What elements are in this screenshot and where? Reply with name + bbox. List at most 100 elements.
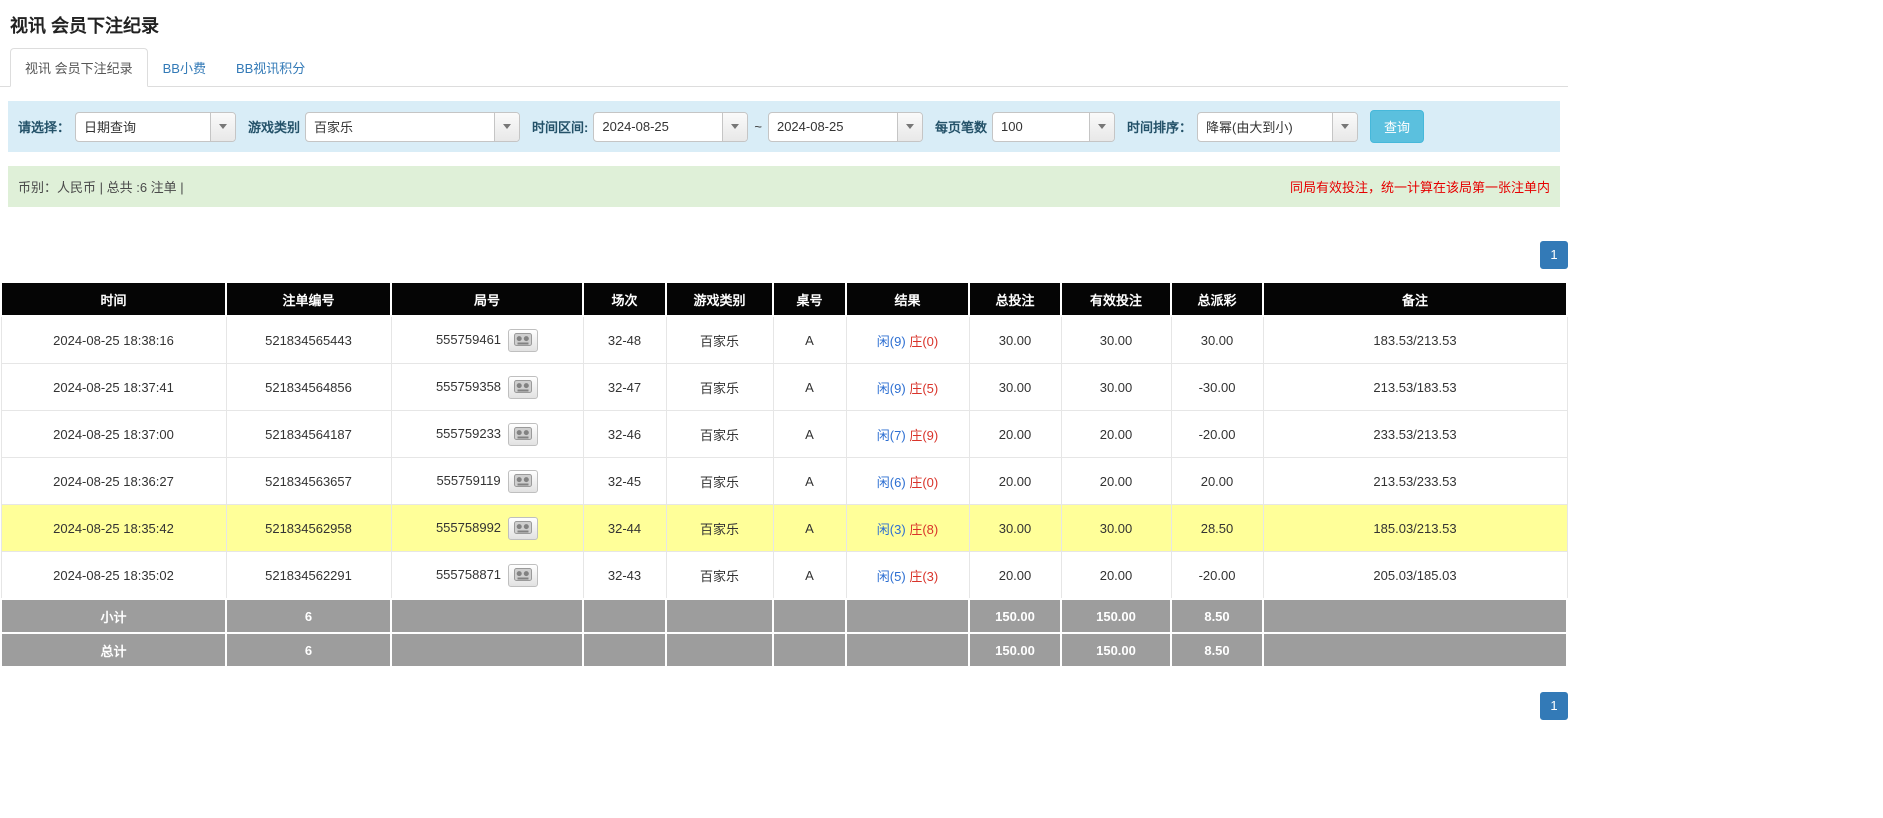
chevron-down-icon[interactable]	[210, 113, 235, 141]
column-header: 总派彩	[1171, 282, 1263, 316]
cell-note: 213.53/233.53	[1263, 458, 1567, 505]
sort-order-label: 时间排序：	[1127, 117, 1192, 136]
chevron-down-icon[interactable]	[494, 113, 519, 141]
column-header: 总投注	[969, 282, 1061, 316]
cell-total-bet[interactable]: 20.00	[969, 458, 1061, 505]
sort-order-input[interactable]	[1198, 113, 1332, 141]
cell-total-bet[interactable]: 20.00	[969, 552, 1061, 600]
tab-betting-records[interactable]: 视讯 会员下注纪录	[10, 48, 148, 87]
date-range-separator: ~	[754, 119, 762, 134]
subtotal-count: 6	[226, 599, 391, 633]
column-header: 结果	[846, 282, 969, 316]
chevron-down-icon[interactable]	[722, 113, 747, 141]
cell-round-id: 555759119	[391, 458, 583, 505]
tab-bar: 视讯 会员下注纪录 BB小费 BB视讯积分	[0, 48, 1568, 87]
per-page-label: 每页笔数	[935, 117, 987, 136]
result-banker: 庄(0)	[909, 475, 938, 490]
page-button-1[interactable]: 1	[1540, 241, 1568, 269]
cell-table-no: A	[773, 505, 846, 552]
result-banker: 庄(9)	[909, 428, 938, 443]
game-type-select[interactable]	[305, 112, 520, 142]
tab-bb-video-points[interactable]: BB视讯积分	[221, 48, 320, 87]
total-payout: 8.50	[1171, 633, 1263, 667]
cell-total-bet[interactable]: 30.00	[969, 364, 1061, 411]
cell-result: 闲(9) 庄(5)	[846, 364, 969, 411]
pagination-bottom: 1	[0, 692, 1568, 720]
table-row: 2024-08-25 18:35:02521834562291555758871…	[1, 552, 1567, 600]
total-count: 6	[226, 633, 391, 667]
cell-payout: 30.00	[1171, 316, 1263, 364]
cell-session: 32-45	[583, 458, 666, 505]
cell-note: 183.53/213.53	[1263, 316, 1567, 364]
cell-total-bet[interactable]: 30.00	[969, 505, 1061, 552]
round-id-text: 555758992	[436, 519, 501, 534]
result-player: 闲(5)	[877, 569, 906, 584]
cell-round-id: 555759233	[391, 411, 583, 458]
cell-game-type: 百家乐	[666, 316, 773, 364]
video-camera-icon	[514, 334, 532, 349]
cell-payout: -30.00	[1171, 364, 1263, 411]
video-replay-button[interactable]	[508, 564, 538, 587]
result-player: 闲(7)	[877, 428, 906, 443]
cell-result: 闲(9) 庄(0)	[846, 316, 969, 364]
pagination-top: 1	[0, 241, 1568, 269]
video-replay-button[interactable]	[508, 423, 538, 446]
video-replay-button[interactable]	[508, 470, 538, 493]
date-from-select[interactable]	[593, 112, 748, 142]
round-id-text: 555758871	[436, 566, 501, 581]
round-id-text: 555759461	[436, 331, 501, 346]
date-to-input[interactable]	[769, 113, 897, 141]
query-type-label: 请选择：	[18, 117, 70, 136]
tab-bb-tips[interactable]: BB小费	[148, 48, 221, 87]
video-camera-icon	[514, 569, 532, 584]
game-type-input[interactable]	[306, 113, 494, 141]
date-to-select[interactable]	[768, 112, 923, 142]
cell-note: 205.03/185.03	[1263, 552, 1567, 600]
subtotal-total-bet: 150.00	[969, 599, 1061, 633]
result-banker: 庄(5)	[909, 381, 938, 396]
cell-table-no: A	[773, 316, 846, 364]
total-empty-session	[583, 633, 666, 667]
column-header: 游戏类别	[666, 282, 773, 316]
search-button[interactable]: 查询	[1370, 110, 1424, 143]
cell-game-type: 百家乐	[666, 505, 773, 552]
per-page-input[interactable]	[993, 113, 1089, 141]
cell-table-no: A	[773, 552, 846, 600]
video-camera-icon	[514, 381, 532, 396]
video-replay-button[interactable]	[508, 517, 538, 540]
cell-session: 32-47	[583, 364, 666, 411]
result-player: 闲(6)	[877, 475, 906, 490]
cell-time: 2024-08-25 18:38:16	[1, 316, 226, 364]
query-type-input[interactable]	[76, 113, 210, 141]
cell-valid-bet: 30.00	[1061, 364, 1171, 411]
subtotal-empty-result	[846, 599, 969, 633]
video-camera-icon	[514, 475, 532, 490]
per-page-select[interactable]	[992, 112, 1115, 142]
cell-round-id: 555758992	[391, 505, 583, 552]
video-replay-button[interactable]	[508, 329, 538, 352]
cell-total-bet[interactable]: 30.00	[969, 316, 1061, 364]
result-banker: 庄(0)	[909, 334, 938, 349]
chevron-down-icon[interactable]	[897, 113, 922, 141]
date-from-input[interactable]	[594, 113, 722, 141]
cell-time: 2024-08-25 18:35:42	[1, 505, 226, 552]
subtotal-payout: 8.50	[1171, 599, 1263, 633]
total-empty-round	[391, 633, 583, 667]
page-button-1[interactable]: 1	[1540, 692, 1568, 720]
column-header: 场次	[583, 282, 666, 316]
cell-session: 32-44	[583, 505, 666, 552]
total-empty-table-no	[773, 633, 846, 667]
chevron-down-icon[interactable]	[1089, 113, 1114, 141]
chevron-down-icon[interactable]	[1332, 113, 1357, 141]
sort-order-select[interactable]	[1197, 112, 1358, 142]
cell-game-type: 百家乐	[666, 552, 773, 600]
filter-bar: 请选择： 游戏类别 时间区间: ~ 每页笔数 时间排序：	[8, 101, 1560, 152]
round-id-text: 555759119	[436, 472, 500, 487]
cell-bet-id: 521834562291	[226, 552, 391, 600]
query-type-select[interactable]	[75, 112, 236, 142]
video-replay-button[interactable]	[508, 376, 538, 399]
cell-session: 32-48	[583, 316, 666, 364]
currency-summary-text: 币别：人民币 | 总共 :6 注单 |	[18, 177, 184, 196]
result-player: 闲(3)	[877, 522, 906, 537]
cell-total-bet[interactable]: 20.00	[969, 411, 1061, 458]
